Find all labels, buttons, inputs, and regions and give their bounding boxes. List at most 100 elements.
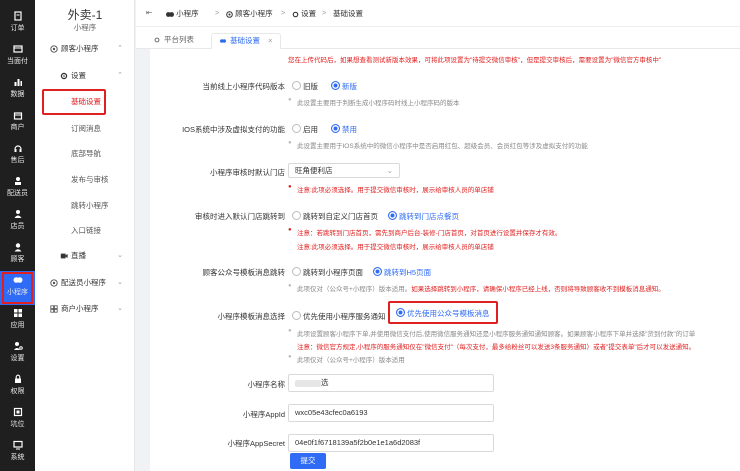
rail-item-12[interactable]: 坑位 [0, 403, 35, 437]
oa-template-label: 顾客公众号模板消息跳转 [202, 268, 286, 277]
breadcrumb-separator: > [281, 8, 286, 17]
sidebar-group-label: 商户小程序 [61, 304, 99, 313]
sidebar-group-label: 顾客小程序 [61, 44, 99, 53]
jump-order-page-radio[interactable]: 跳转到门店点餐页 [388, 211, 459, 222]
slot-icon [13, 407, 23, 417]
sidebar-group-live[interactable]: 直播 ⌄ [35, 247, 135, 265]
gear-icon [292, 11, 299, 17]
sidebar-item-publish[interactable]: 发布与审核 [35, 171, 135, 189]
sidebar-item-label: 入口链接 [71, 226, 101, 235]
rail-item-label: 数据 [10, 91, 25, 98]
rail-item-label: 售后 [10, 157, 25, 164]
jump-custom-home-radio[interactable]: 跳转到自定义门店首页 [292, 211, 378, 222]
sidebar-item-subscribe[interactable]: 订阅消息 [35, 120, 135, 138]
courier-icon [13, 176, 23, 186]
rail-item-label: 店员 [10, 223, 25, 230]
chevron-down-icon: ⌄ [117, 305, 123, 312]
rail-item-3[interactable]: 商户 [0, 106, 35, 140]
tab-platform-list[interactable]: 平台列表 [146, 33, 202, 49]
close-icon[interactable]: × [268, 36, 272, 45]
rail-item-0[interactable]: 订单 [0, 7, 35, 41]
rail-item-6[interactable]: 店员 [0, 205, 35, 239]
rail-item-4[interactable]: 售后 [0, 139, 35, 173]
app: 订单 当面付 数据 商户 售后 配送员 店员 顾客 小程序 应用 设置 权限 坑位 系统 外卖-1 小程序… [0, 0, 740, 471]
mp-service-notice-radio[interactable]: 优先使用小程序服务通知 [292, 311, 386, 322]
review-store-select[interactable]: 旺角便利店 ⌄ [288, 163, 400, 178]
apps-icon [13, 308, 23, 318]
miniprogram-icon [13, 275, 23, 285]
mp-name-label: 小程序名称 [247, 380, 286, 389]
mp-appid-input[interactable]: wxc05e43cfec0a6193 [288, 404, 494, 422]
rail-item-13[interactable]: 系统 [0, 436, 35, 470]
breadcrumb-separator: > [215, 8, 220, 17]
rail-item-2[interactable]: 数据 [0, 73, 35, 107]
sidebar-group-courier-miniprogram[interactable]: 配送员小程序 ⌄ [35, 274, 135, 292]
sidebar-item-label: 订阅消息 [71, 124, 101, 133]
code-version-label: 当前线上小程序代码版本 [202, 82, 286, 91]
rail-item-label: 顾客 [10, 256, 25, 263]
sidebar-item-basic-settings[interactable]: 基础设置 [35, 89, 135, 115]
sidebar: 外卖-1 小程序 顾客小程序 ⌃ 设置 ⌃ 基础设置 订阅消息 底部导航 发布与… [35, 0, 135, 471]
system-icon [12, 440, 23, 450]
settings-form: 您在上传代码后，如果想查看测试新版本效果，可将此项设置为"待提交微信审核"，但是… [150, 49, 740, 471]
breadcrumb-item[interactable]: 小程序 [166, 8, 199, 19]
sidebar-group-merchant-miniprogram[interactable]: 商户小程序 ⌄ [35, 300, 135, 318]
sidebar-item-jump-miniprogram[interactable]: 跳转小程序 [35, 197, 135, 215]
app-subtitle: 小程序 [73, 23, 97, 32]
breadcrumb-item[interactable]: 顾客小程序 [226, 8, 273, 19]
mp-name-input[interactable]: 选 [288, 374, 494, 392]
sidebar-item-bottom-nav[interactable]: 底部导航 [35, 145, 135, 163]
rail-item-7[interactable]: 顾客 [0, 238, 35, 272]
review-store-label: 小程序审核时默认门店 [210, 168, 285, 177]
rail-item-11[interactable]: 权限 [0, 370, 35, 404]
rail-item-label: 权限 [10, 388, 25, 395]
submit-button[interactable]: 提交 [290, 453, 326, 469]
rail-item-9[interactable]: 应用 [0, 304, 35, 338]
tab-label: 基础设置 [230, 36, 260, 45]
sidebar-group-customer-miniprogram[interactable]: 顾客小程序 ⌃ [35, 40, 135, 58]
ios-disable-radio[interactable]: 禁用 [331, 124, 357, 135]
miniprogram-icon [166, 11, 174, 17]
mp-secret-input[interactable]: 04e0f1f6718139a5f2b0e1e1a6d2083f [288, 434, 494, 452]
sidebar-group-label: 配送员小程序 [61, 278, 106, 287]
sidebar-item-label: 发布与审核 [71, 175, 109, 184]
tab-basic-settings[interactable]: 基础设置 × [211, 33, 282, 49]
oa-jump-miniprogram-radio[interactable]: 跳转到小程序页面 [292, 267, 363, 278]
redacted-mask [295, 379, 321, 387]
customer-icon [13, 242, 23, 252]
collapse-menu-icon[interactable]: ⇤ [146, 8, 152, 17]
app-title: 外卖-1 [67, 8, 103, 22]
miniprogram-icon [220, 39, 226, 43]
oa-jump-h5-radio[interactable]: 跳转到H5页面 [373, 267, 431, 278]
rail-item-10[interactable]: 设置 [0, 337, 35, 371]
review-store-warning: 注意:此项必须选择。用于提交微信审核时，展示给审核人员的单店铺 [288, 184, 494, 194]
sidebar-item-entry-link[interactable]: 入口链接 [35, 222, 135, 240]
lock-icon [13, 374, 23, 384]
chart-icon [13, 77, 23, 87]
rail-item-8[interactable]: 小程序 [0, 271, 35, 305]
ios-enable-radio[interactable]: 启用 [292, 124, 318, 135]
headset-icon [13, 143, 23, 153]
breadcrumb-item[interactable]: 设置 [292, 8, 316, 19]
rail-item-5[interactable]: 配送员 [0, 172, 35, 206]
rail-item-label: 坑位 [10, 421, 25, 428]
grid-icon [50, 305, 58, 313]
miniprogram-icon [226, 10, 233, 18]
sidebar-group-label: 直播 [71, 251, 86, 260]
breadcrumb-current: 基础设置 [333, 9, 363, 18]
code-version-hint: 此设置主要用于判断生成小程序码时线上小程序码的版本 [288, 97, 460, 107]
code-version-new-radio[interactable]: 新版 [331, 81, 357, 92]
mp-template-warning-1: 注意：微信官方规定,小程序的服务通知仅在"微信支付"（每次支付，最多给粉丝可以发… [297, 344, 696, 351]
mp-oa-template-radio[interactable]: 优先使用公众号模板消息 [396, 308, 490, 319]
staff-icon [13, 209, 23, 219]
sidebar-item-label: 跳转小程序 [71, 201, 109, 210]
rail-item-label: 当面付 [7, 58, 28, 65]
rail-item-1[interactable]: 当面付 [0, 40, 35, 74]
code-version-old-radio[interactable]: 旧版 [292, 81, 318, 92]
miniprogram-icon [50, 279, 58, 287]
tab-label: 平台列表 [164, 35, 194, 44]
video-icon [60, 253, 68, 259]
chevron-up-icon: ⌃ [117, 45, 123, 52]
mp-template-hint: 此项设置顾客小程序下单,并使用微信支付后,使用微信服务通知还是小程序服务通知通知… [288, 328, 695, 338]
sidebar-subgroup-settings[interactable]: 设置 ⌃ [35, 67, 135, 85]
